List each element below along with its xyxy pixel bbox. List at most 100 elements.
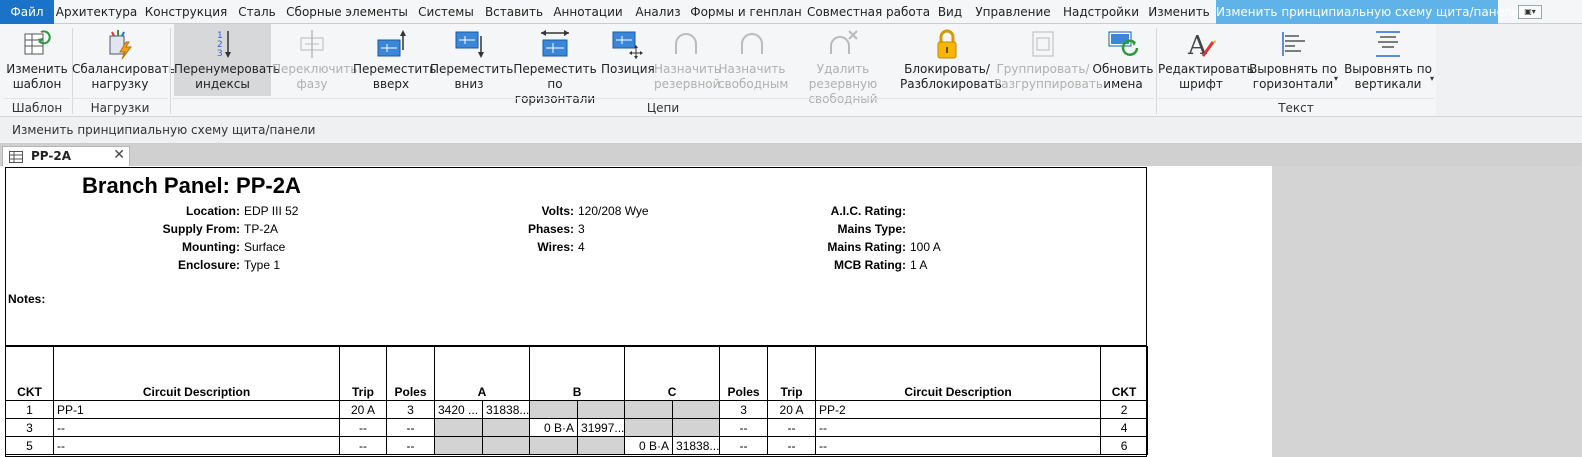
table-cell[interactable] [624,418,674,437]
edit-template-button[interactable]: Изменить шаблон [4,24,70,96]
svg-text:3: 3 [217,49,223,59]
col-ckt-left[interactable]: CKT [5,346,54,401]
align-horizontal-dropdown-icon[interactable]: ▾ [1334,74,1338,83]
table-cell[interactable]: 31838... [672,436,721,455]
tab-addins[interactable]: Надстройки [1059,0,1143,24]
view-tab-title: PP-2A [31,149,71,163]
align-vertical-button[interactable]: Выровнять по вертикали ▾ [1342,24,1434,96]
tab-annotate[interactable]: Аннотации [549,0,627,24]
table-cell[interactable]: -- [339,436,387,455]
table-cell[interactable] [434,418,483,437]
table-cell[interactable]: 3420 ... [434,400,483,419]
table-cell[interactable] [577,436,626,455]
table-cell[interactable]: 0 B·A [529,418,579,437]
table-cell[interactable]: -- [767,436,817,455]
switch-phase-button[interactable]: Переключить фазу [272,24,358,96]
position-button[interactable]: Позиция [601,24,655,96]
tab-file[interactable]: Файл [0,0,54,24]
table-cell[interactable]: 20 A [767,400,817,419]
update-names-button[interactable]: Обновить имена [1092,24,1154,96]
tab-view[interactable]: Вид [933,0,967,24]
table-cell[interactable] [434,436,483,455]
col-ckt-right[interactable]: CKT [1100,346,1149,401]
align-horizontal-button[interactable]: Выровнять по горизонтали ▾ [1248,24,1338,96]
table-cell[interactable]: 3 [5,418,54,437]
tab-manage[interactable]: Управление [971,0,1055,24]
table-cell[interactable]: 1 [5,400,54,419]
col-phase-a[interactable]: A [433,346,531,401]
tab-edit-panel-schedule[interactable]: Изменить принципиальную схему щита/панел… [1216,0,1519,24]
tab-structure[interactable]: Конструкция [143,0,229,24]
renumber-button[interactable]: 1 2 3 Перенумеровать индексы [174,24,280,96]
col-description-right[interactable]: Circuit Description [815,346,1102,401]
table-cell[interactable] [577,400,626,419]
table-cell[interactable] [529,400,579,419]
table-cell[interactable]: 2 [1100,400,1149,419]
table-cell[interactable] [481,418,531,437]
table-cell[interactable]: 31838... [481,400,531,419]
table-cell[interactable]: 3 [386,400,435,419]
col-trip-left[interactable]: Trip [339,346,387,401]
table-cell[interactable] [529,436,579,455]
align-horizontal-icon [1282,32,1305,56]
table-row: 3 -- -- -- 0 B·A 31997... -- -- -- 4 [5,418,1149,437]
edit-font-button[interactable]: A Редактировать шрифт [1158,24,1254,96]
tab-steel[interactable]: Сталь [234,0,280,24]
close-icon[interactable]: ✕ [113,147,125,163]
table-cell[interactable]: 3 [719,400,769,419]
col-trip-right[interactable]: Trip [767,346,817,401]
col-phase-c[interactable]: C [624,346,721,401]
table-cell[interactable]: -- [386,418,435,437]
assign-spare-button[interactable]: Назначить резервной [654,24,721,96]
lock-unlock-button[interactable]: Блокировать/ Разблокировать [900,24,1002,96]
table-cell[interactable]: 4 [1100,418,1149,437]
tab-systems[interactable]: Системы [413,0,479,24]
table-cell[interactable]: 0 B·A [624,436,674,455]
table-cell[interactable]: -- [53,418,340,437]
tab-collaborate[interactable]: Совместная работа [807,0,930,24]
move-up-button[interactable]: Переместить вверх [353,24,437,96]
balance-load-button[interactable]: Сбалансировать нагрузку [72,24,176,96]
view-tab-pp-2a[interactable]: PP-2A ✕ [2,146,130,166]
table-cell[interactable]: 20 A [339,400,387,419]
move-down-button[interactable]: Переместить вниз [430,24,513,96]
table-cell[interactable]: -- [815,418,1102,437]
col-phase-b[interactable]: B [529,346,626,401]
table-cell[interactable]: -- [386,436,435,455]
table-cell[interactable]: 6 [1100,436,1149,455]
move-up-label: Переместить вверх [353,62,437,91]
table-cell[interactable] [481,436,531,455]
tab-insert[interactable]: Вставить [483,0,545,24]
tab-modify[interactable]: Изменить [1146,0,1212,24]
table-cell[interactable]: PP-2 [815,400,1102,419]
remove-spare-button[interactable]: Удалить резервную свободный [786,24,900,106]
move-up-icon [377,30,406,57]
group-ungroup-button[interactable]: Группировать/ Разгруппировать [994,24,1103,96]
switch-phase-label: Переключить фазу [272,62,358,91]
table-cell[interactable] [624,400,674,419]
move-horizontal-button[interactable]: Переместить по горизонтали [509,24,601,106]
table-cell[interactable]: 31997... [577,418,626,437]
col-poles-right[interactable]: Poles [719,346,769,401]
align-vertical-dropdown-icon[interactable]: ▾ [1430,74,1434,83]
table-cell[interactable]: -- [53,436,340,455]
col-poles-left[interactable]: Poles [386,346,435,401]
table-cell[interactable]: PP-1 [53,400,340,419]
tab-precast[interactable]: Сборные элементы [285,0,409,24]
tab-massing-site[interactable]: Формы и генплан [689,0,803,24]
table-cell[interactable]: 5 [5,436,54,455]
table-cell[interactable] [672,418,721,437]
table-cell[interactable]: -- [815,436,1102,455]
table-cell[interactable] [672,400,721,419]
location-label: Location: [186,204,240,218]
col-description-left[interactable]: Circuit Description [53,346,340,401]
table-cell[interactable]: -- [719,436,769,455]
table-cell[interactable]: -- [719,418,769,437]
assign-space-button[interactable]: Назначить свободным [718,24,788,96]
table-cell[interactable]: -- [767,418,817,437]
phases-label: Phases: [527,222,574,236]
qat-dropdown-icon[interactable]: ▣▾ [1518,5,1542,19]
tab-architecture[interactable]: Архитектура [55,0,138,24]
tab-analyze[interactable]: Анализ [631,0,685,24]
table-cell[interactable]: -- [339,418,387,437]
